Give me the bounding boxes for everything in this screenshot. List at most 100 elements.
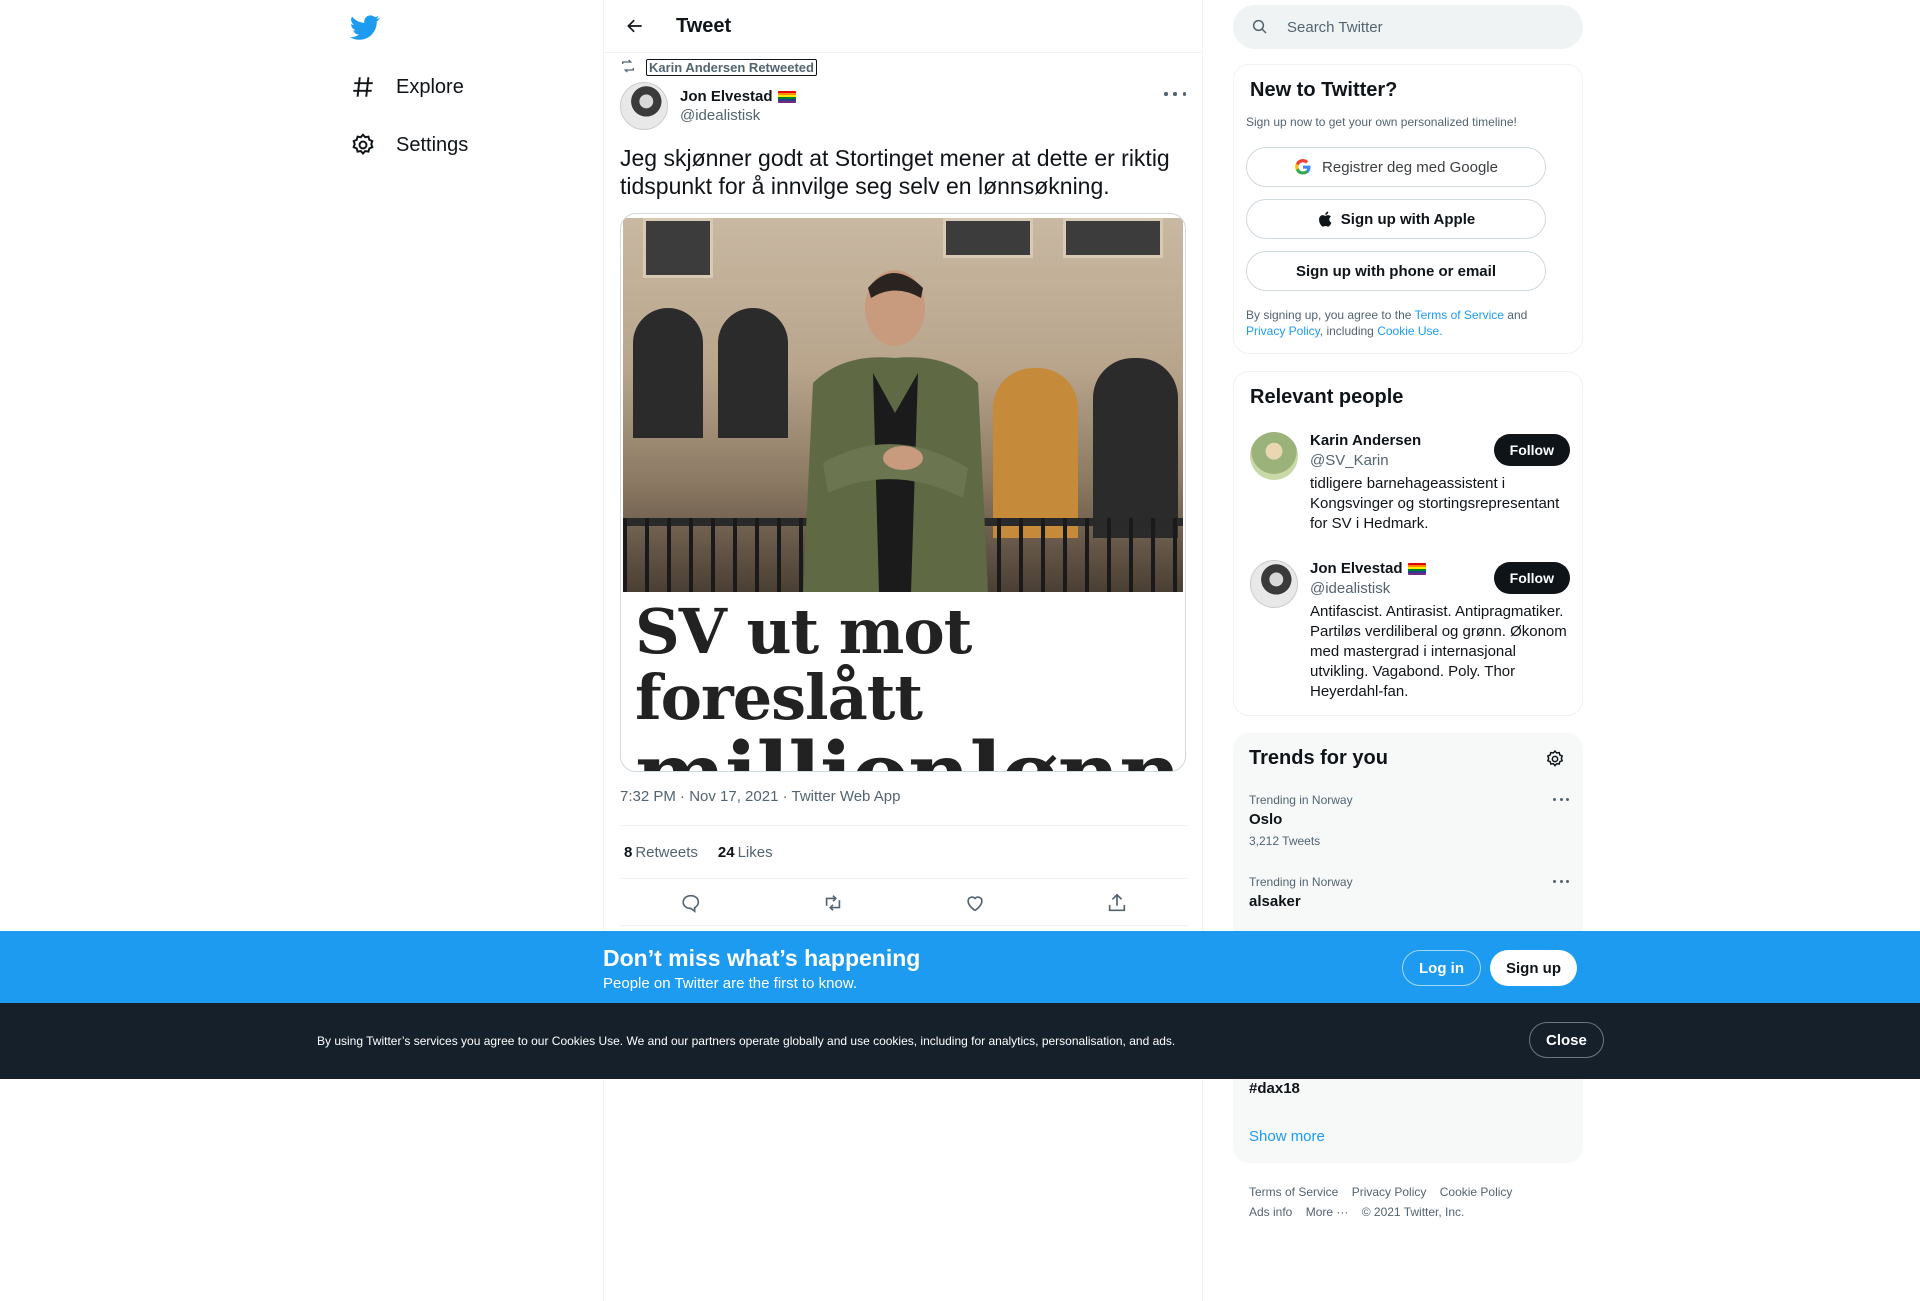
relevant-people-card: Relevant people Karin Andersen @SV_Karin… (1233, 371, 1583, 716)
person-bio: tidligere barnehageassistent i Kongsving… (1310, 475, 1560, 532)
image-headline-line1: SV ut mot foreslått (635, 595, 972, 734)
tweet-stats: 8 Retweets 24 Likes (620, 825, 1188, 879)
banner-title: Don’t miss what’s happening (603, 945, 921, 971)
footer-terms-link[interactable]: Terms of Service (1249, 1185, 1338, 1199)
trend-count: 3,212 Tweets (1249, 834, 1321, 848)
retweet-indicator: Karin Andersen Retweeted (620, 58, 817, 77)
relevant-people-title: Relevant people (1250, 386, 1404, 408)
trends-title: Trends for you (1249, 747, 1388, 769)
trend-item[interactable]: Trending in Norway Oslo 3,212 Tweets (1249, 793, 1569, 848)
rainbow-flag-icon (777, 90, 796, 103)
reply-icon[interactable] (680, 892, 702, 914)
google-signup-label: Registrer deg med Google (1322, 158, 1498, 176)
retweets-stat[interactable]: 8 Retweets (624, 844, 698, 861)
person-name[interactable]: Karin Andersen (1310, 432, 1421, 449)
tweet-text: Jeg skjønner godt at Stortinget mener at… (620, 145, 1170, 199)
apple-icon (1317, 210, 1335, 228)
person-row[interactable]: Jon Elvestad @idealistisk Antifascist. A… (1250, 560, 1570, 700)
search-bar[interactable]: Search Twitter (1233, 5, 1583, 49)
signup-terms: By signing up, you agree to the Terms of… (1246, 307, 1566, 339)
gear-icon (350, 132, 376, 158)
tweet-actions (620, 880, 1188, 926)
privacy-link[interactable]: Privacy Policy (1246, 324, 1320, 338)
footer-ads-link[interactable]: Ads info (1249, 1205, 1292, 1219)
trend-item[interactable]: #dax18 (1249, 1076, 1569, 1097)
nav-explore[interactable]: Explore (350, 67, 464, 107)
tweet-column: Tweet Karin Andersen Retweeted Jon Elves… (603, 0, 1203, 1301)
back-arrow-icon[interactable] (618, 9, 652, 43)
terms-link[interactable]: Terms of Service (1415, 308, 1504, 322)
likes-count: 24 (717, 843, 735, 861)
more-options-icon[interactable] (1553, 877, 1569, 885)
tweet-timestamp[interactable]: 7:32 PM · Nov 17, 2021 · Twitter Web App (620, 788, 900, 805)
trend-name: alsaker (1249, 893, 1301, 910)
email-signup-button[interactable]: Sign up with phone or email (1246, 251, 1546, 291)
search-input[interactable]: Search Twitter (1287, 19, 1383, 36)
person-handle[interactable]: @SV_Karin (1310, 452, 1389, 469)
cookie-text: By using Twitter’s services you agree to… (317, 1034, 1176, 1048)
login-button[interactable]: Log in (1402, 950, 1481, 986)
search-icon (1251, 18, 1269, 36)
person-bio: Antifascist. Antirasist. Antipragmatiker… (1310, 603, 1567, 700)
likes-stat[interactable]: 24 Likes (718, 844, 773, 861)
show-more-link[interactable]: Show more (1249, 1128, 1325, 1145)
tweet-author: Jon Elvestad @idealistisk (620, 82, 796, 130)
retweet-small-icon (620, 58, 636, 77)
more-options-icon[interactable] (1553, 795, 1569, 803)
google-icon (1294, 158, 1312, 176)
building-photo (623, 218, 1183, 592)
apple-signup-button[interactable]: Sign up with Apple (1246, 199, 1546, 239)
cookie-banner: By using Twitter’s services you agree to… (0, 1003, 1920, 1079)
person-handle[interactable]: @idealistisk (1310, 580, 1390, 597)
retweets-count: 8 (624, 843, 633, 861)
person-name-text: Jon Elvestad (1310, 560, 1403, 577)
page-title: Tweet (676, 14, 732, 37)
hashtag-icon (350, 74, 376, 100)
author-name[interactable]: Jon Elvestad (680, 88, 796, 105)
tweet-header: Tweet (604, 0, 1202, 53)
tweet-image[interactable]: SV ut mot foreslått millionlønn (620, 213, 1186, 772)
share-icon[interactable] (1106, 892, 1128, 914)
like-heart-icon[interactable] (964, 892, 986, 914)
signup-banner: Don’t miss what’s happening People on Tw… (0, 931, 1920, 1003)
author-avatar[interactable] (620, 82, 668, 130)
person-name-text: Karin Andersen (1310, 432, 1422, 449)
author-handle[interactable]: @idealistisk (680, 107, 796, 124)
trend-meta: Trending in Norway (1249, 793, 1353, 807)
image-headline: SV ut mot foreslått millionlønn (635, 599, 1185, 772)
person-row[interactable]: Karin Andersen @SV_Karin tidligere barne… (1250, 432, 1570, 542)
person-name[interactable]: Jon Elvestad (1310, 560, 1426, 577)
cookie-close-button[interactable]: Close (1529, 1022, 1604, 1058)
trend-item[interactable]: Trending in Norway alsaker (1249, 875, 1569, 910)
more-options-icon[interactable] (1164, 84, 1186, 104)
trend-name: Oslo (1249, 811, 1283, 828)
footer-privacy-link[interactable]: Privacy Policy (1352, 1185, 1427, 1199)
footer-cookie-link[interactable]: Cookie Policy (1440, 1185, 1513, 1199)
new-to-twitter-card: New to Twitter? Sign up now to get your … (1233, 64, 1583, 354)
image-headline-line2: millionlønn (635, 731, 1185, 772)
new-to-twitter-title: New to Twitter? (1250, 79, 1398, 101)
twitter-logo-icon[interactable] (349, 12, 384, 42)
signup-button[interactable]: Sign up (1490, 950, 1577, 986)
retweeted-by-link[interactable]: Karin Andersen Retweeted (646, 59, 817, 76)
email-signup-label: Sign up with phone or email (1295, 262, 1496, 280)
trends-settings-gear-icon[interactable] (1545, 749, 1565, 769)
person-figure (803, 270, 988, 592)
avatar[interactable] (1250, 560, 1298, 608)
footer-more-link[interactable]: More ··· (1306, 1205, 1349, 1219)
terms-including: , including (1319, 324, 1374, 338)
nav-explore-label: Explore (396, 75, 464, 98)
footer-links: Terms of Service Privacy Policy Cookie P… (1249, 1182, 1579, 1222)
nav-settings-label: Settings (396, 133, 469, 156)
follow-button[interactable]: Follow (1493, 562, 1570, 594)
nav-settings[interactable]: Settings (350, 125, 468, 165)
retweet-icon[interactable] (822, 892, 844, 914)
likes-label: Likes (737, 843, 773, 861)
rainbow-flag-icon (1407, 562, 1426, 575)
new-to-twitter-subtitle: Sign up now to get your own personalized… (1246, 115, 1517, 129)
cookie-use-link[interactable]: Cookie Use. (1377, 324, 1442, 338)
trend-meta: Trending in Norway (1249, 875, 1353, 889)
avatar[interactable] (1250, 432, 1298, 480)
follow-button[interactable]: Follow (1493, 434, 1570, 466)
google-signup-button[interactable]: Registrer deg med Google (1246, 147, 1546, 187)
